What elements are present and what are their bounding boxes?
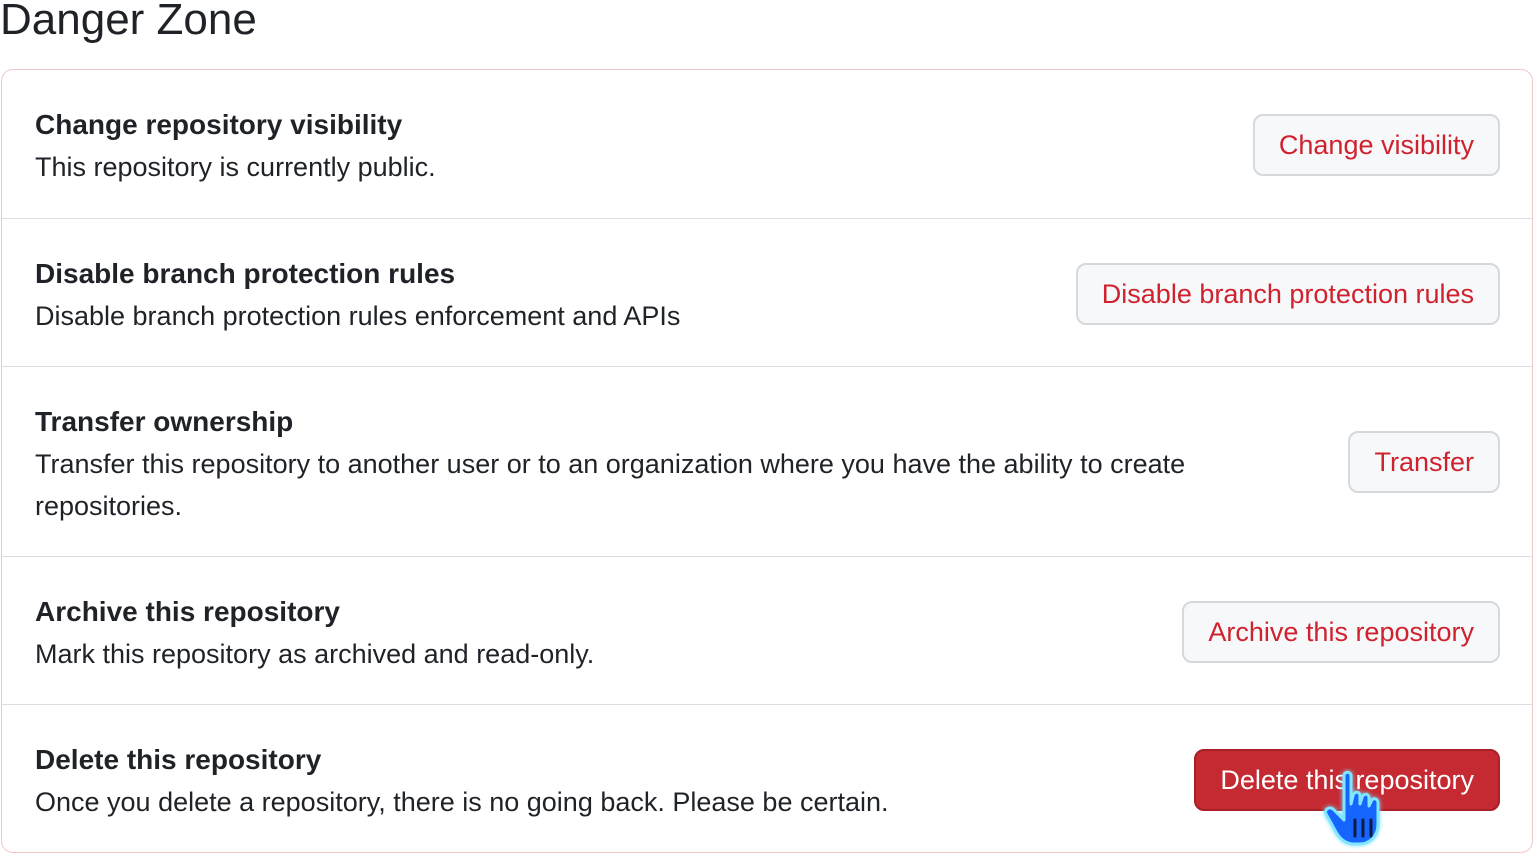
row-title: Archive this repository xyxy=(35,596,340,627)
disable-branch-protection-button[interactable]: Disable branch protection rules xyxy=(1075,263,1500,325)
archive-repository-button[interactable]: Archive this repository xyxy=(1182,601,1500,663)
danger-zone-box: Change repository visibility This reposi… xyxy=(1,69,1533,853)
row-title: Transfer ownership xyxy=(35,406,294,437)
danger-row-transfer: Transfer ownership Transfer this reposit… xyxy=(2,366,1532,556)
row-description: This repository is currently public. xyxy=(35,152,436,182)
row-title: Change repository visibility xyxy=(35,109,403,140)
row-text: Delete this repository Once you delete a… xyxy=(35,739,889,823)
danger-row-branch-protection: Disable branch protection rules Disable … xyxy=(2,218,1532,366)
page-title: Danger Zone xyxy=(0,0,257,44)
row-title: Delete this repository xyxy=(35,744,322,775)
danger-row-visibility: Change repository visibility This reposi… xyxy=(2,70,1532,218)
danger-row-archive: Archive this repository Mark this reposi… xyxy=(2,556,1532,704)
row-text: Transfer ownership Transfer this reposit… xyxy=(35,401,1295,527)
row-description: Mark this repository as archived and rea… xyxy=(35,639,595,669)
delete-repository-button[interactable]: Delete this repository xyxy=(1194,749,1500,811)
row-description: Transfer this repository to another user… xyxy=(35,449,1186,521)
danger-row-delete: Delete this repository Once you delete a… xyxy=(2,704,1532,852)
change-visibility-button[interactable]: Change visibility xyxy=(1252,114,1500,176)
transfer-button[interactable]: Transfer xyxy=(1348,431,1500,493)
row-description: Disable branch protection rules enforcem… xyxy=(35,301,681,331)
row-text: Disable branch protection rules Disable … xyxy=(35,253,680,337)
row-title: Disable branch protection rules xyxy=(35,258,456,289)
row-text: Archive this repository Mark this reposi… xyxy=(35,591,594,675)
row-description: Once you delete a repository, there is n… xyxy=(35,787,889,817)
row-text: Change repository visibility This reposi… xyxy=(35,104,436,188)
